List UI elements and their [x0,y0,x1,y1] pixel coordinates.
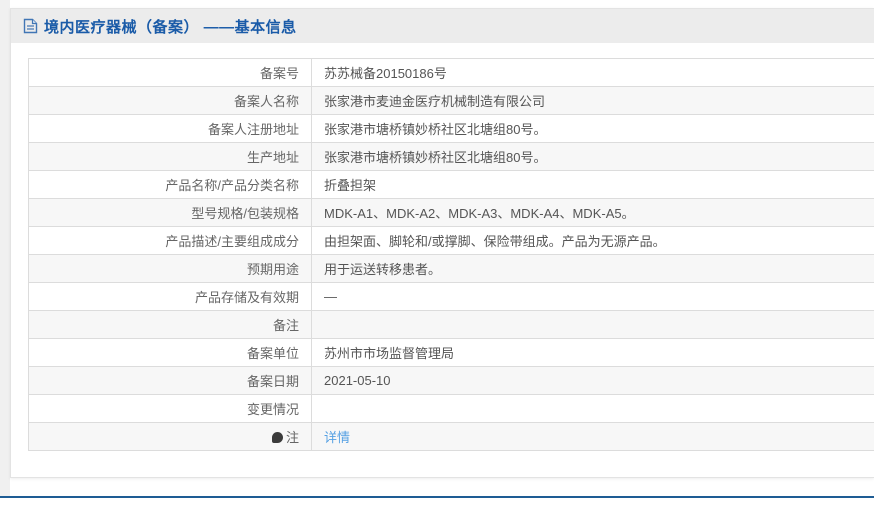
table-row: 生产地址 张家港市塘桥镇妙桥社区北塘组80号。 [28,142,874,171]
page-left-margin [0,0,10,505]
row-label: 变更情况 [28,394,312,423]
row-value: 苏苏械备20150186号 [311,58,874,87]
row-value: — [311,282,874,311]
row-value: 2021-05-10 [311,366,874,395]
row-label: 产品描述/主要组成成分 [28,226,312,255]
info-table-body: 备案号 苏苏械备20150186号 备案人名称 张家港市麦迪金医疗机械制造有限公司 备案… [28,58,874,451]
row-value: 折叠担架 [311,170,874,199]
detail-link[interactable]: 详情 [324,430,350,445]
row-value [311,394,874,423]
table-row: 备案号 苏苏械备20150186号 [28,58,874,87]
document-icon [23,18,38,34]
table-row: 备案单位 苏州市市场监督管理局 [28,338,874,367]
info-table: 备案号 苏苏械备20150186号 备案人名称 张家港市麦迪金医疗机械制造有限公司 备案… [28,58,874,451]
footer-divider [0,496,874,505]
page-title: 境内医疗器械（备案） ——基本信息 [44,18,297,36]
table-row: 产品描述/主要组成成分 由担架面、脚轮和/或撑脚、保险带组成。产品为无源产品。 [28,226,874,255]
table-container: 备案号 苏苏械备20150186号 备案人名称 张家港市麦迪金医疗机械制造有限公司 备案… [28,58,874,451]
row-label: 备案日期 [28,366,312,395]
table-row: 备注 [28,310,874,339]
row-label: 备案人名称 [28,86,312,115]
row-value: MDK-A1、MDK-A2、MDK-A3、MDK-A4、MDK-A5。 [311,198,874,227]
row-label: 产品名称/产品分类名称 [28,170,312,199]
title-bar: 境内医疗器械（备案） ——基本信息 [11,9,874,43]
row-value: 详情 [311,422,874,451]
content-panel: 境内医疗器械（备案） ——基本信息 备案号 苏苏械备20150186号 备案人名称张… [10,8,874,478]
row-label: 产品存储及有效期 [28,282,312,311]
row-value: 张家港市麦迪金医疗机械制造有限公司 [311,86,874,115]
row-value [311,310,874,339]
table-row: 备案人名称 张家港市麦迪金医疗机械制造有限公司 [28,86,874,115]
table-row: 型号规格/包装规格 MDK-A1、MDK-A2、MDK-A3、MDK-A4、MDK… [28,198,874,227]
row-label: 注 [28,422,312,451]
row-label: 备注 [28,310,312,339]
row-value: 张家港市塘桥镇妙桥社区北塘组80号。 [311,114,874,143]
table-row: 备案日期 2021-05-10 [28,366,874,395]
row-label: 备案单位 [28,338,312,367]
row-value: 由担架面、脚轮和/或撑脚、保险带组成。产品为无源产品。 [311,226,874,255]
row-label: 生产地址 [28,142,312,171]
row-value: 张家港市塘桥镇妙桥社区北塘组80号。 [311,142,874,171]
table-row: 变更情况 [28,394,874,423]
table-row: 注详情 [28,422,874,451]
row-label: 备案号 [28,58,312,87]
table-row: 预期用途 用于运送转移患者。 [28,254,874,283]
table-row: 产品名称/产品分类名称 折叠担架 [28,170,874,199]
table-row: 产品存储及有效期 — [28,282,874,311]
row-label: 型号规格/包装规格 [28,198,312,227]
row-label: 预期用途 [28,254,312,283]
row-value: 苏州市市场监督管理局 [311,338,874,367]
row-label: 备案人注册地址 [28,114,312,143]
table-row: 备案人注册地址 张家港市塘桥镇妙桥社区北塘组80号。 [28,114,874,143]
note-icon [271,432,283,443]
row-value: 用于运送转移患者。 [311,254,874,283]
